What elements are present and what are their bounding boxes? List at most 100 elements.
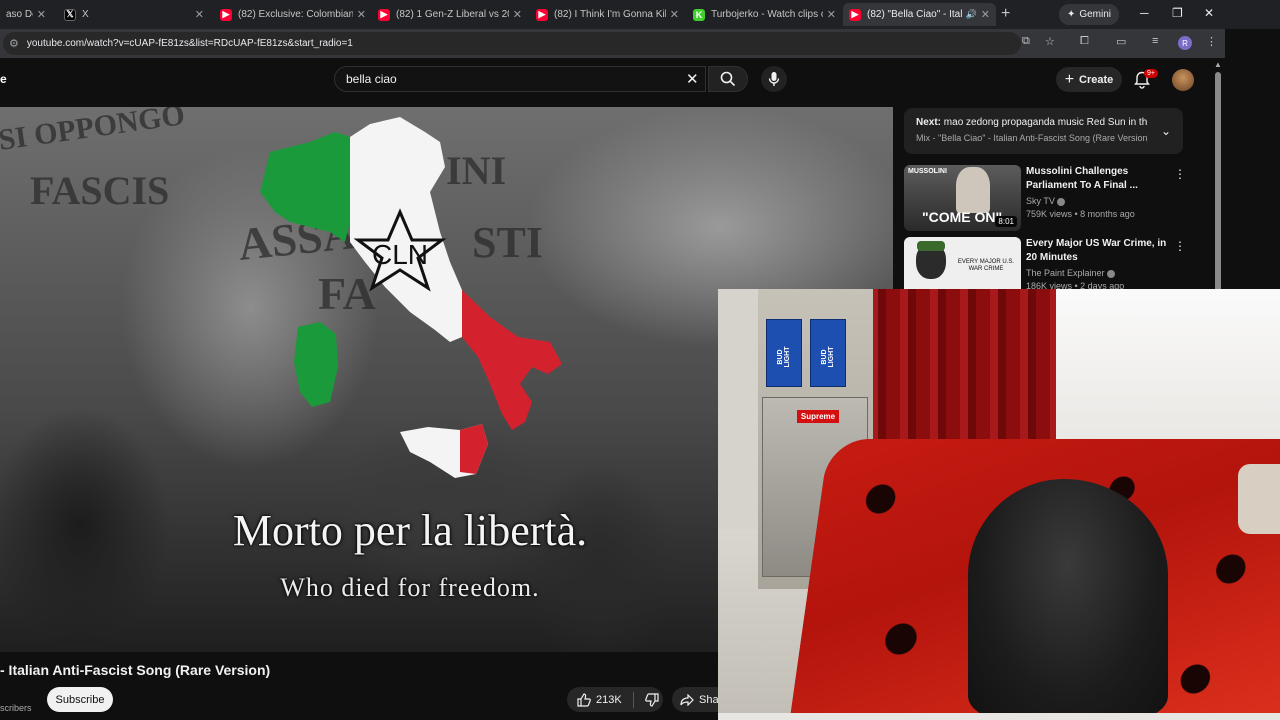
tab-title: aso Del [6,9,33,20]
browser-tab-strip: aso Del ✕ 𝕏 X ✕ ▶ (82) Exclusive: Colomb… [0,0,1280,29]
subtitle-english: Who died for freedom. [280,573,540,602]
create-button[interactable]: + Create [1056,67,1122,92]
page-scrollbar[interactable]: ▲ [1214,60,1222,292]
new-tab-button[interactable]: + [1001,5,1010,23]
tab-3[interactable]: ▶ (82) 1 Gen-Z Liberal vs 20 Ge ✕ [372,3,528,26]
tab-close-icon[interactable]: ✕ [357,8,366,21]
clear-search-icon[interactable]: ✕ [686,70,699,88]
tab-close-icon[interactable]: ✕ [981,8,990,21]
tab-6-active[interactable]: ▶ (82) "Bella Ciao" - Italian 🔊 ✕ [843,3,996,26]
webcam-beer-box: BUD LIGHT [810,319,846,387]
next-title: mao zedong propaganda music Red Sun in t… [943,117,1148,128]
like-count[interactable]: 213K [596,694,622,706]
tab-title: (82) 1 Gen-Z Liberal vs 20 Ge [396,9,509,20]
italy-map-green [260,132,350,242]
site-info-icon[interactable]: ⚙ [9,37,19,50]
tab-close-icon[interactable]: ✕ [37,8,46,21]
webcam-red-curtain [856,289,1056,464]
sparkle-icon: ✦ [1066,9,1076,20]
thumbnail-helmet [917,241,945,251]
search-button[interactable] [708,66,748,92]
webcam-wall [1048,289,1280,449]
duration-badge: 8:01 [995,216,1017,227]
webcam-pillow [1238,464,1280,534]
install-app-icon[interactable]: ⧉ [1022,35,1030,48]
verified-icon [1106,269,1115,278]
youtube-icon: ▶ [849,8,861,21]
media-controls-icon[interactable]: ≡ [1152,35,1158,47]
kick-icon: K [693,8,705,21]
thumbs-down-icon[interactable] [644,692,659,707]
webcam-overlay: BUD LIGHT BUD LIGHT Supreme [718,289,1280,720]
recommendation-title[interactable]: Mussolini Challenges Parliament To A Fin… [1026,165,1172,193]
thumbnail-portrait [956,167,990,213]
chevron-down-icon[interactable]: ⌄ [1161,124,1171,138]
youtube-icon: ▶ [220,8,232,21]
tab-title: (82) "Bella Ciao" - Italian [867,9,963,20]
menu-kebab-icon[interactable]: ⋮ [1206,35,1217,48]
tab-close-icon[interactable]: ✕ [827,8,836,21]
restore-icon[interactable]: ❐ [1172,6,1183,20]
user-avatar[interactable] [1172,69,1194,91]
like-dislike-group: 213K [567,687,663,712]
speaker-icon[interactable]: 🔊 [966,9,977,20]
tab-close-icon[interactable]: ✕ [195,8,204,21]
banner-text-fascis: FASCIS [30,168,170,213]
sardinia-map [294,322,338,407]
share-icon [680,693,694,706]
address-bar-row: ⚙ youtube.com/watch?v=cUAP-fE81zs&list=R… [0,29,1225,58]
tab-title: (82) I Think I'm Gonna Kill My [554,9,666,20]
mix-label: Mix - "Bella Ciao" - Italian Anti-Fascis… [916,133,1148,143]
extensions-icon[interactable]: ⧠ [1080,35,1089,48]
screen: aso Del ✕ 𝕏 X ✕ ▶ (82) Exclusive: Colomb… [0,0,1280,720]
tab-title: (82) Exclusive: Colombian pre [238,9,353,20]
minimize-icon[interactable]: ─ [1140,6,1149,20]
close-window-icon[interactable]: ✕ [1204,6,1214,20]
more-options-icon[interactable]: ⋮ [1174,167,1186,181]
recommendation-item[interactable]: EVERY MAJOR U.S. WAR CRIME Every Major U… [904,237,1194,289]
youtube-icon: ▶ [378,8,390,21]
thumbnail-caption-bottom: "COME ON" [922,209,1003,225]
verified-icon [1056,197,1065,206]
microphone-icon [768,72,780,86]
channel-name[interactable]: Sky TV [1026,196,1065,206]
box-label: BUD LIGHT [821,346,835,368]
recommendation-item[interactable]: MUSSOLINI "COME ON" 8:01 Mussolini Chall… [904,165,1194,231]
channel-name[interactable]: The Paint Explainer [1026,268,1115,278]
create-label: Create [1079,73,1114,86]
webcam-sticker: Supreme [797,410,839,423]
video-meta: 759K views • 8 months ago [1026,209,1135,219]
subscriber-count: scribers [0,703,32,713]
search-input[interactable]: bella ciao [334,66,706,92]
tab-5[interactable]: K Turbojerko - Watch clips on K ✕ [687,3,842,26]
video-thumbnail[interactable]: MUSSOLINI "COME ON" 8:01 [904,165,1021,231]
tab-close-icon[interactable]: ✕ [670,8,679,21]
tab-close-icon[interactable]: ✕ [513,8,522,21]
scrollbar-thumb[interactable] [1215,72,1221,292]
tab-title: X [82,9,89,20]
tab-4[interactable]: ▶ (82) I Think I'm Gonna Kill My ✕ [530,3,685,26]
voice-search-button[interactable] [761,66,787,92]
youtube-logo-fragment[interactable]: e [0,72,7,86]
tab-2[interactable]: ▶ (82) Exclusive: Colombian pre ✕ [214,3,372,26]
playlist-panel[interactable]: Next: mao zedong propaganda music Red Su… [904,108,1183,154]
channel-name-text: Sky TV [1026,196,1055,206]
italy-flag-map: CLN [260,117,562,478]
more-options-icon[interactable]: ⋮ [1174,239,1186,253]
webcam-beer-box: BUD LIGHT [766,319,802,387]
thumbs-up-icon[interactable] [577,692,591,707]
recommendation-title[interactable]: Every Major US War Crime, in 20 Minutes [1026,237,1172,265]
sidebar-icon[interactable]: ▭ [1116,35,1126,48]
scroll-up-arrow-icon[interactable]: ▲ [1214,60,1222,69]
subscribe-button[interactable]: Subscribe [47,687,113,712]
url-field[interactable]: ⚙ youtube.com/watch?v=cUAP-fE81zs&list=R… [3,32,1021,55]
profile-avatar[interactable]: R [1178,36,1192,50]
notification-count-badge: 9+ [1144,69,1158,78]
webcam-person-head [968,479,1168,720]
tab-0[interactable]: aso Del ✕ [0,3,52,26]
thumbnail-caption: EVERY MAJOR U.S. WAR CRIME [957,259,1015,272]
gemini-button[interactable]: ✦ Gemini [1059,4,1119,25]
video-thumbnail[interactable]: EVERY MAJOR U.S. WAR CRIME [904,237,1021,289]
bookmark-star-icon[interactable]: ☆ [1045,35,1055,48]
tab-1[interactable]: 𝕏 X ✕ [58,3,210,26]
